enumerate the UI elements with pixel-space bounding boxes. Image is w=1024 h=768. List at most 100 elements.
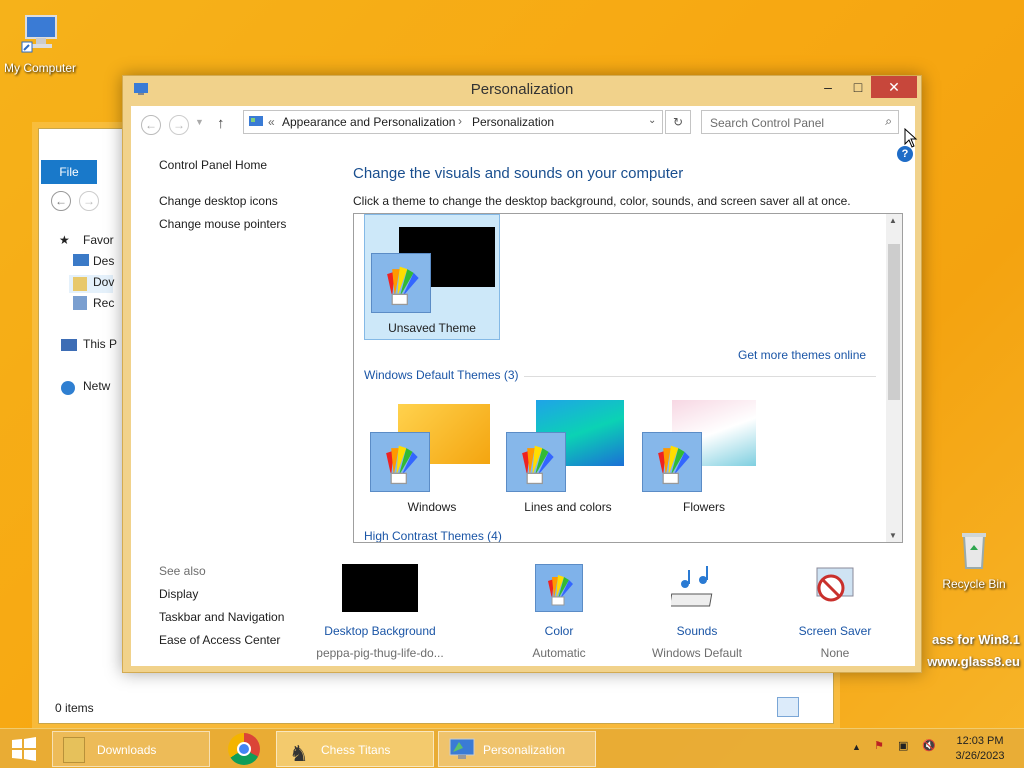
recycle-bin-icon xyxy=(962,533,986,569)
theme-flowers[interactable]: Flowers xyxy=(636,394,772,514)
breadcrumb-appearance[interactable]: Appearance and Personalization xyxy=(282,115,455,129)
sounds-setting[interactable]: Sounds Windows Default xyxy=(627,564,767,660)
large-icons-view-button[interactable] xyxy=(803,697,821,717)
control-panel-icon xyxy=(249,116,263,126)
taskbar-downloads[interactable]: Downloads xyxy=(52,731,210,767)
nav-item-this-pc[interactable]: This P xyxy=(83,337,117,351)
desktop-icon-label: Recycle Bin xyxy=(942,577,1006,591)
refresh-button[interactable]: ↻ xyxy=(665,110,691,134)
screen-saver-setting[interactable]: Screen Saver None xyxy=(765,564,905,660)
get-more-themes-link[interactable]: Get more themes online xyxy=(738,348,866,362)
theme-unsaved[interactable]: Unsaved Theme xyxy=(364,214,500,340)
nav-item-favorites[interactable]: Favor xyxy=(83,233,114,247)
theme-list-scrollbar[interactable]: ▲ ▼ xyxy=(886,214,902,542)
theme-label: Unsaved Theme xyxy=(388,321,476,335)
window-title: Personalization xyxy=(470,81,574,98)
nav-item-desktop[interactable]: Des xyxy=(93,254,114,268)
color-setting[interactable]: Color Automatic xyxy=(489,564,629,660)
clock[interactable]: 12:03 PM 3/26/2023 xyxy=(948,734,1012,764)
sounds-link[interactable]: Sounds xyxy=(627,624,767,638)
scrollbar-thumb[interactable] xyxy=(888,244,900,400)
show-hidden-icons-button[interactable]: ▲ xyxy=(852,742,861,752)
theme-color-swatch-icon xyxy=(370,432,430,492)
see-also-display-link[interactable]: Display xyxy=(159,587,198,601)
screen-saver-link[interactable]: Screen Saver xyxy=(765,624,905,638)
personalization-icon xyxy=(449,738,475,759)
desktop-icon-my-computer[interactable]: My Computer xyxy=(0,12,80,75)
breadcrumb-personalization[interactable]: Personalization xyxy=(472,115,554,129)
breadcrumb-overflow[interactable]: « xyxy=(268,115,275,129)
nav-item-recent[interactable]: Rec xyxy=(93,296,114,310)
theme-list[interactable]: Unsaved Theme Get more themes online Win… xyxy=(353,213,903,543)
search-icon: ⌕ xyxy=(885,114,892,128)
desktop-folder-icon xyxy=(73,254,89,266)
up-button[interactable]: ↑ xyxy=(217,115,225,132)
scroll-up-arrow[interactable]: ▲ xyxy=(889,216,897,225)
close-button[interactable]: ✕ xyxy=(871,76,917,98)
volume-muted-icon[interactable]: 🔇 xyxy=(922,739,936,752)
address-bar[interactable]: « Appearance and Personalization › Perso… xyxy=(243,110,663,134)
watermark-line1: ass for Win8.1 xyxy=(931,632,1020,647)
desktop-background-value: peppa-pig-thug-life-do... xyxy=(316,646,444,660)
nav-item-downloads[interactable]: Dov xyxy=(93,275,114,289)
star-icon: ★ xyxy=(59,233,70,247)
back-button[interactable]: ← xyxy=(141,115,161,135)
taskbar-chrome[interactable] xyxy=(228,733,260,765)
network-status-icon[interactable]: ▣ xyxy=(898,739,908,752)
theme-color-swatch-icon xyxy=(642,432,702,492)
taskbar-button-label: Downloads xyxy=(97,743,157,757)
theme-label: Lines and colors xyxy=(524,500,612,514)
file-tab[interactable]: File xyxy=(41,160,97,184)
theme-lines-and-colors[interactable]: Lines and colors xyxy=(500,394,636,514)
folder-icon xyxy=(63,737,85,763)
change-mouse-pointers-link[interactable]: Change mouse pointers xyxy=(159,217,286,231)
clock-date: 3/26/2023 xyxy=(955,750,1005,762)
default-themes-group-label: Windows Default Themes (3) xyxy=(364,368,519,382)
desktop-icon-label: My Computer xyxy=(3,61,77,75)
status-item-count: 0 items xyxy=(55,701,94,715)
maximize-button[interactable]: □ xyxy=(843,76,873,98)
minimize-button[interactable]: – xyxy=(813,76,843,98)
recent-locations-dropdown[interactable]: ▼ xyxy=(195,117,204,127)
control-panel-home-link[interactable]: Control Panel Home xyxy=(159,158,267,172)
theme-label: Windows xyxy=(407,500,457,514)
search-box[interactable]: Search Control Panel ⌕ xyxy=(701,110,899,134)
windows-logo-icon xyxy=(12,737,36,761)
desktop-background-link[interactable]: Desktop Background xyxy=(310,624,450,638)
theme-label: Flowers xyxy=(682,500,725,514)
page-heading: Change the visuals and sounds on your co… xyxy=(353,165,684,182)
taskbar-personalization[interactable]: Personalization xyxy=(438,731,596,767)
action-center-flag-icon[interactable]: ⚑ xyxy=(874,739,884,752)
color-link[interactable]: Color xyxy=(489,624,629,638)
details-view-button[interactable] xyxy=(777,697,799,717)
desktop-icon-recycle-bin[interactable]: Recycle Bin xyxy=(934,528,1014,591)
see-also-ease-of-access-link[interactable]: Ease of Access Center xyxy=(159,633,280,647)
forward-button[interactable]: → xyxy=(79,191,99,211)
page-subheading: Click a theme to change the desktop back… xyxy=(353,194,851,208)
start-button[interactable] xyxy=(10,737,38,761)
chrome-icon xyxy=(237,742,251,756)
chess-icon: ♞ xyxy=(289,741,309,766)
back-button[interactable]: ← xyxy=(51,191,71,211)
this-pc-icon xyxy=(61,339,77,351)
theme-color-swatch-icon xyxy=(371,253,431,313)
scroll-down-arrow[interactable]: ▼ xyxy=(889,531,897,540)
sounds-value: Windows Default xyxy=(651,646,743,660)
help-icon[interactable]: ? xyxy=(897,146,913,162)
taskbar-button-label: Chess Titans xyxy=(321,743,391,757)
clock-time: 12:03 PM xyxy=(956,735,1004,747)
see-also-taskbar-link[interactable]: Taskbar and Navigation xyxy=(159,610,284,624)
theme-windows[interactable]: Windows xyxy=(364,394,500,514)
see-also-label: See also xyxy=(159,564,206,578)
group-divider xyxy=(524,376,876,377)
watermark-line2: www.glass8.eu xyxy=(927,654,1020,669)
nav-item-network[interactable]: Netw xyxy=(83,379,110,393)
desktop-background-setting[interactable]: Desktop Background peppa-pig-thug-life-d… xyxy=(310,564,450,660)
screen-saver-icon xyxy=(816,567,854,602)
screen-saver-value: None xyxy=(820,646,850,660)
change-desktop-icons-link[interactable]: Change desktop icons xyxy=(159,194,278,208)
taskbar-chess-titans[interactable]: ♞ Chess Titans xyxy=(276,731,434,767)
address-dropdown-icon[interactable]: ⌄ xyxy=(648,115,656,126)
forward-button[interactable]: → xyxy=(169,115,189,135)
downloads-folder-icon xyxy=(73,277,87,291)
